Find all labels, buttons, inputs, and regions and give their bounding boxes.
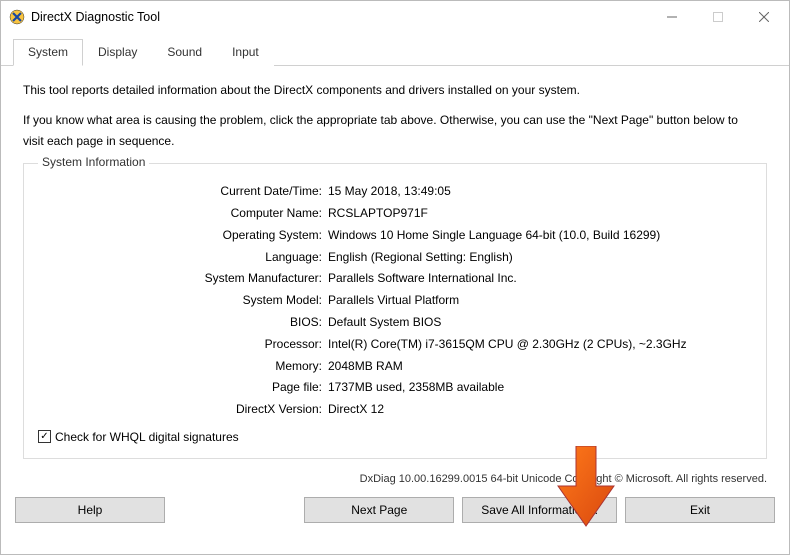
intro-line-1: This tool reports detailed information a…	[23, 80, 767, 100]
tab-sound[interactable]: Sound	[152, 39, 217, 66]
save-all-information-button[interactable]: Save All Information...	[462, 497, 617, 523]
maximize-icon	[713, 12, 723, 22]
value-os: Windows 10 Home Single Language 64-bit (…	[328, 226, 660, 246]
tab-content: This tool reports detailed information a…	[1, 66, 789, 467]
value-bios: Default System BIOS	[328, 313, 441, 333]
button-bar: Help Next Page Save All Information... E…	[1, 493, 789, 535]
value-processor: Intel(R) Core(TM) i7-3615QM CPU @ 2.30GH…	[328, 335, 687, 355]
tab-system[interactable]: System	[13, 39, 83, 66]
label-dxver: DirectX Version:	[38, 400, 328, 420]
label-os: Operating System:	[38, 226, 328, 246]
label-processor: Processor:	[38, 335, 328, 355]
tab-display[interactable]: Display	[83, 39, 152, 66]
info-table: Current Date/Time:15 May 2018, 13:49:05 …	[38, 182, 752, 420]
label-computer: Computer Name:	[38, 204, 328, 224]
label-manufacturer: System Manufacturer:	[38, 269, 328, 289]
next-page-button[interactable]: Next Page	[304, 497, 454, 523]
tab-bar: System Display Sound Input	[1, 33, 789, 66]
value-memory: 2048MB RAM	[328, 357, 403, 377]
footer-text: DxDiag 10.00.16299.0015 64-bit Unicode C…	[1, 467, 789, 493]
close-button[interactable]	[741, 2, 787, 32]
exit-button[interactable]: Exit	[625, 497, 775, 523]
help-button[interactable]: Help	[15, 497, 165, 523]
checkbox-icon: ✓	[38, 430, 51, 443]
value-datetime: 15 May 2018, 13:49:05	[328, 182, 451, 202]
value-dxver: DirectX 12	[328, 400, 384, 420]
label-lang: Language:	[38, 248, 328, 268]
minimize-icon	[667, 12, 677, 22]
tab-input[interactable]: Input	[217, 39, 274, 66]
intro-text: This tool reports detailed information a…	[23, 80, 767, 151]
value-computer: RCSLAPTOP971F	[328, 204, 428, 224]
close-icon	[759, 12, 769, 22]
system-information-box: System Information Current Date/Time:15 …	[23, 163, 767, 459]
app-window: DirectX Diagnostic Tool System Display S…	[0, 0, 790, 555]
minimize-button[interactable]	[649, 2, 695, 32]
sysinfo-legend: System Information	[38, 155, 149, 169]
value-pagefile: 1737MB used, 2358MB available	[328, 378, 504, 398]
app-icon	[9, 9, 25, 25]
whql-checkbox-row[interactable]: ✓ Check for WHQL digital signatures	[38, 430, 752, 444]
label-datetime: Current Date/Time:	[38, 182, 328, 202]
label-memory: Memory:	[38, 357, 328, 377]
value-model: Parallels Virtual Platform	[328, 291, 459, 311]
intro-line-2: If you know what area is causing the pro…	[23, 110, 753, 151]
label-model: System Model:	[38, 291, 328, 311]
value-lang: English (Regional Setting: English)	[328, 248, 513, 268]
titlebar: DirectX Diagnostic Tool	[1, 1, 789, 33]
label-bios: BIOS:	[38, 313, 328, 333]
value-manufacturer: Parallels Software International Inc.	[328, 269, 517, 289]
whql-checkbox-label: Check for WHQL digital signatures	[55, 430, 239, 444]
maximize-button[interactable]	[695, 2, 741, 32]
window-title: DirectX Diagnostic Tool	[31, 10, 160, 24]
label-pagefile: Page file:	[38, 378, 328, 398]
